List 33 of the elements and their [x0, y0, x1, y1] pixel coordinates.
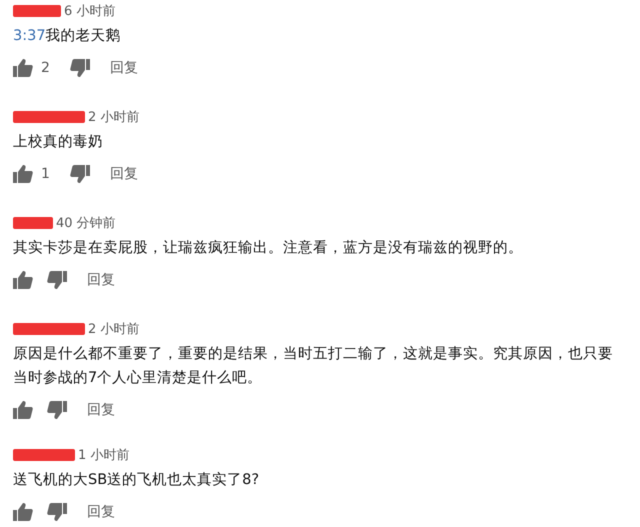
redaction-mark [13, 217, 53, 229]
thumbs-down-icon[interactable] [47, 401, 67, 419]
comment-text: 我的老天鹅 [46, 28, 121, 44]
redaction-mark [13, 5, 61, 17]
comment-time: 6 小时前 [64, 3, 116, 20]
comment-text: 上校真的毒奶 [13, 134, 103, 150]
reply-button[interactable]: 回复 [87, 503, 115, 521]
thumbs-up-icon[interactable] [13, 59, 33, 77]
redaction-mark [13, 449, 75, 461]
comment-time: 40 分钟前 [56, 215, 116, 232]
comment-text: 其实卡莎是在卖屁股，让瑞兹疯狂输出。注意看，蓝方是没有瑞兹的视野的。 [13, 240, 523, 256]
like-count: 2 [41, 60, 50, 76]
timestamp-link[interactable]: 3:37 [13, 28, 46, 44]
redaction-mark [13, 323, 85, 335]
reply-button[interactable]: 回复 [87, 401, 115, 419]
thumbs-up-icon[interactable] [13, 503, 33, 521]
thumbs-up-icon[interactable] [13, 401, 33, 419]
thumbs-down-icon[interactable] [47, 503, 67, 521]
thumbs-up-icon[interactable] [13, 271, 33, 289]
comment-text: 原因是什么都不重要了，重要的是结果，当时五打二输了，这就是事实。究其原因，也只要当时参战的7个人心里清楚是什么吧。 [13, 346, 613, 386]
reply-button[interactable]: 回复 [110, 59, 138, 77]
thumbs-up-icon[interactable] [13, 165, 33, 183]
comment-text: 送飞机的大SB送的飞机也太真实了8? [13, 472, 260, 488]
like-count: 1 [41, 166, 50, 182]
comment-time: 1 小时前 [78, 447, 130, 464]
reply-button[interactable]: 回复 [110, 165, 138, 183]
comment-time: 2 小时前 [88, 321, 140, 338]
redaction-mark [13, 111, 85, 123]
thumbs-down-icon[interactable] [70, 165, 90, 183]
comment-time: 2 小时前 [88, 109, 140, 126]
reply-button[interactable]: 回复 [87, 271, 115, 289]
thumbs-down-icon[interactable] [70, 59, 90, 77]
thumbs-down-icon[interactable] [47, 271, 67, 289]
